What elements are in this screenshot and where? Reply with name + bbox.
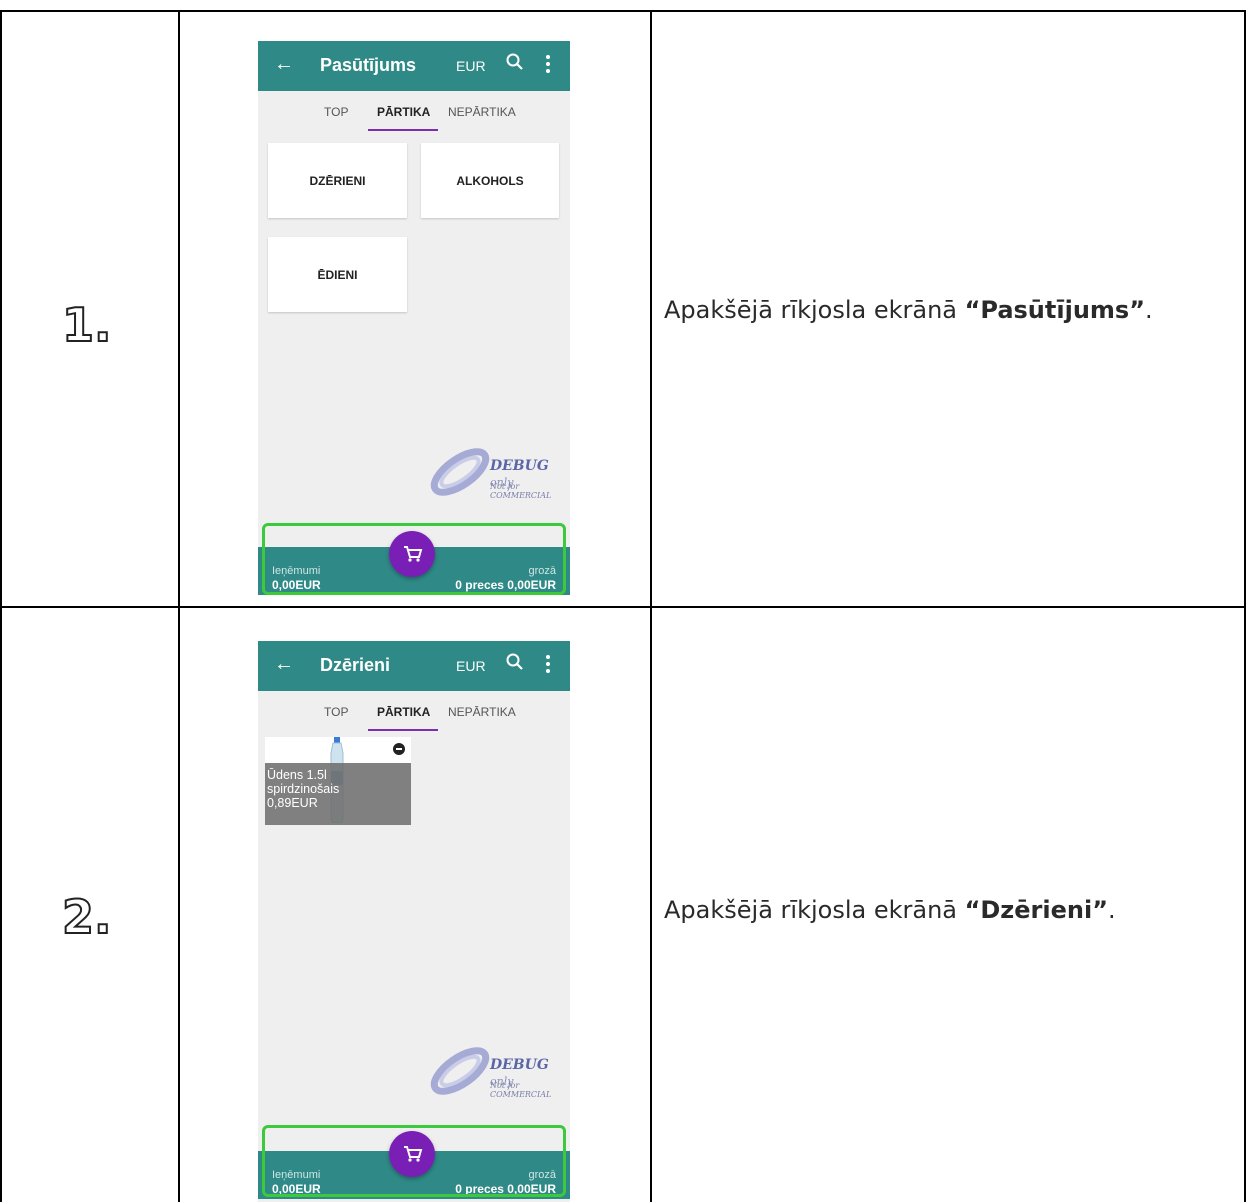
step-description: Apakšējā rīkjosla ekrānā “Pasūtījums”. — [664, 296, 1153, 324]
document-page: 1. ← Pasūtījums EUR TOP PĀRTIKA NEPĀRTIK… — [0, 0, 1246, 1202]
back-arrow-icon[interactable]: ← — [274, 53, 294, 76]
table-row-divider — [0, 606, 1246, 608]
category-card-alkohols[interactable]: ALKOHOLS — [421, 143, 559, 218]
debug-watermark: DEBUG only Not for COMMERCIAL — [428, 444, 570, 500]
watermark-subtext: Not for COMMERCIAL — [490, 482, 552, 500]
search-icon[interactable] — [504, 651, 526, 673]
table-border-top — [0, 10, 1246, 12]
tab-bar: TOP PĀRTIKA NEPĀRTIKA — [258, 91, 570, 135]
watermark-subtext: Not for COMMERCIAL — [490, 1081, 552, 1099]
toolbar-highlight-frame — [262, 1125, 566, 1197]
screen-title: Pasūtījums — [320, 55, 417, 75]
phone-screenshot-order: ← Pasūtījums EUR TOP PĀRTIKA NEPĀRTIKA D… — [258, 41, 570, 595]
back-arrow-icon[interactable]: ← — [274, 653, 294, 676]
category-card-edieni[interactable]: ĒDIENI — [268, 237, 407, 312]
debug-watermark: DEBUG only Not for COMMERCIAL — [428, 1043, 570, 1099]
step-number: 2. — [61, 889, 113, 945]
screen-title: Dzērieni — [320, 655, 391, 675]
tab-top[interactable]: TOP — [324, 105, 348, 119]
product-price: 0,89EUR — [267, 796, 318, 810]
app-bar: ← Dzērieni EUR — [258, 641, 570, 691]
table-column-divider-2 — [650, 10, 652, 1202]
overflow-menu-icon[interactable] — [546, 655, 550, 675]
active-tab-indicator — [368, 129, 438, 131]
currency-selector[interactable]: EUR — [456, 58, 486, 74]
product-badge-icon — [393, 743, 405, 755]
product-card[interactable]: Ūdens 1.5l spirdzinošais 0,89EUR — [265, 737, 411, 825]
currency-selector[interactable]: EUR — [456, 658, 486, 674]
tab-top[interactable]: TOP — [324, 705, 348, 719]
table-column-divider-1 — [178, 10, 180, 1202]
table-border-left — [0, 10, 2, 1202]
category-label: DZĒRIENI — [309, 174, 366, 188]
active-tab-indicator — [368, 729, 438, 731]
step-description: Apakšējā rīkjosla ekrānā “Dzērieni”. — [664, 896, 1116, 924]
app-bar: ← Pasūtījums EUR — [258, 41, 570, 91]
tab-bar: TOP PĀRTIKA NEPĀRTIKA — [258, 691, 570, 735]
product-info-overlay: Ūdens 1.5l spirdzinošais 0,89EUR — [265, 763, 411, 825]
tab-nepartika[interactable]: NEPĀRTIKA — [448, 705, 516, 719]
product-name-line1: Ūdens 1.5l — [267, 768, 327, 782]
step-number: 1. — [61, 297, 113, 353]
tab-partika[interactable]: PĀRTIKA — [377, 705, 430, 719]
category-label: ALKOHOLS — [456, 174, 524, 188]
product-name-line2: spirdzinošais — [267, 782, 340, 796]
toolbar-highlight-frame — [262, 523, 566, 595]
category-label: ĒDIENI — [317, 268, 358, 282]
category-card-dzerieni[interactable]: DZĒRIENI — [268, 143, 407, 218]
watermark-logo — [430, 448, 490, 496]
tab-nepartika[interactable]: NEPĀRTIKA — [448, 105, 516, 119]
tab-partika[interactable]: PĀRTIKA — [377, 105, 430, 119]
watermark-logo — [430, 1047, 490, 1095]
phone-screenshot-drinks: ← Dzērieni EUR TOP PĀRTIKA NEPĀRTIKA Ūde — [258, 641, 570, 1202]
overflow-menu-icon[interactable] — [546, 55, 550, 75]
search-icon[interactable] — [504, 51, 526, 73]
